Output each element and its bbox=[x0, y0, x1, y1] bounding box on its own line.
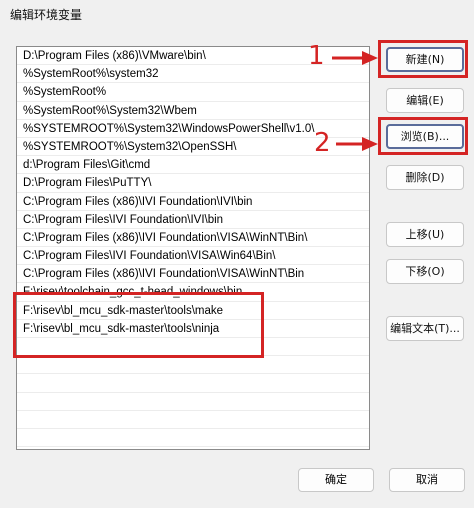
list-item-empty[interactable] bbox=[17, 429, 369, 448]
list-item-empty[interactable] bbox=[17, 356, 369, 375]
move-down-button[interactable]: 下移(O) bbox=[386, 259, 464, 284]
path-list[interactable]: D:\Program Files (x86)\VMware\bin\ %Syst… bbox=[16, 46, 370, 450]
list-item-empty[interactable] bbox=[17, 393, 369, 411]
edit-button[interactable]: 编辑(E) bbox=[386, 88, 464, 113]
list-item[interactable]: C:\Program Files (x86)\IVI Foundation\VI… bbox=[17, 265, 369, 284]
ok-button[interactable]: 确定 bbox=[298, 468, 374, 492]
list-item[interactable]: C:\Program Files\IVI Foundation\VISA\Win… bbox=[17, 247, 369, 266]
highlight-new-button bbox=[378, 40, 468, 78]
list-item[interactable]: %SystemRoot% bbox=[17, 83, 369, 102]
list-item[interactable]: D:\Program Files\PuTTY\ bbox=[17, 174, 369, 193]
list-item[interactable]: %SystemRoot%\System32\Wbem bbox=[17, 102, 369, 120]
highlight-added-paths bbox=[13, 292, 264, 358]
cancel-button[interactable]: 取消 bbox=[389, 468, 465, 492]
annotation-number-1: 1 bbox=[308, 41, 325, 71]
highlight-browse-button bbox=[378, 117, 468, 155]
window-title: 编辑环境变量 bbox=[10, 8, 83, 22]
delete-button[interactable]: 删除(D) bbox=[386, 165, 464, 190]
list-item[interactable]: d:\Program Files\Git\cmd bbox=[17, 156, 369, 175]
arrow-to-browse-icon bbox=[336, 137, 378, 151]
arrow-to-new-icon bbox=[332, 51, 378, 65]
list-item[interactable]: C:\Program Files\IVI Foundation\IVI\bin bbox=[17, 211, 369, 229]
list-item[interactable]: C:\Program Files (x86)\IVI Foundation\IV… bbox=[17, 193, 369, 211]
edit-text-button[interactable]: 编辑文本(T)... bbox=[386, 316, 464, 341]
list-item-empty[interactable] bbox=[17, 411, 369, 429]
annotation-number-2: 2 bbox=[314, 128, 331, 158]
move-up-button[interactable]: 上移(U) bbox=[386, 222, 464, 247]
list-item-empty[interactable] bbox=[17, 374, 369, 393]
list-item[interactable]: C:\Program Files (x86)\IVI Foundation\VI… bbox=[17, 229, 369, 248]
